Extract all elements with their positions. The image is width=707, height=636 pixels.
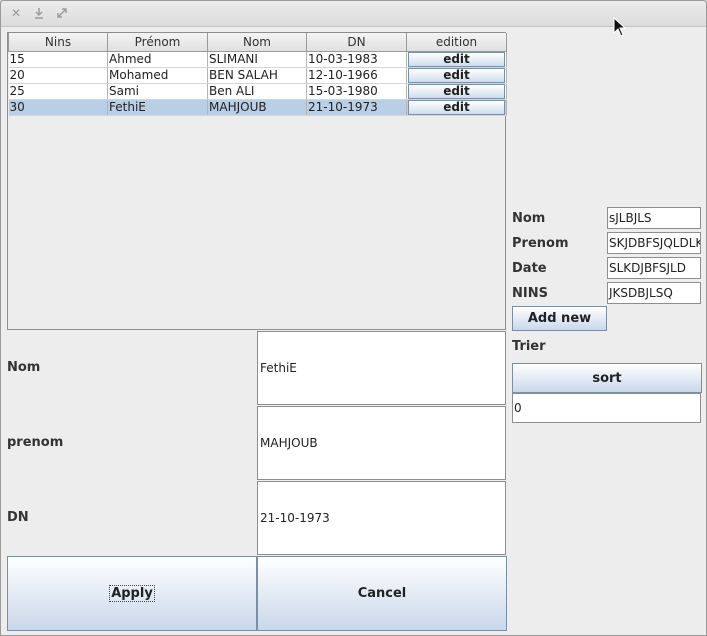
column-header-prenom[interactable]: Prénom [107,33,208,52]
sort-result-field[interactable]: 0 [512,393,701,423]
cancel-button[interactable]: Cancel [257,556,507,631]
cell-prenom[interactable]: FethiE [107,99,208,116]
maximize-icon[interactable] [55,6,69,20]
edit-button[interactable]: edit [408,99,505,114]
cell-nins[interactable]: 30 [8,99,108,116]
table-row[interactable]: 20 Mohamed BEN SALAH 12-10-1966 edit [8,67,507,84]
title-bar: ✕ [1,1,706,27]
prenom-field[interactable]: MAHJOUB [257,406,506,480]
side-date-label: Date [512,261,547,276]
side-nins-label: NINS [512,286,548,301]
cell-dn[interactable]: 12-10-1966 [306,67,407,84]
cell-nins[interactable]: 20 [8,67,108,84]
column-header-nom[interactable]: Nom [207,33,307,52]
cell-edition: edit [406,99,507,116]
table-row[interactable]: 15 Ahmed SLIMANI 10-03-1983 edit [8,51,507,68]
app-window: ✕ Nins Prénom Nom DN edition 15 Ahmed SL… [0,0,707,636]
mouse-pointer-icon [613,17,627,37]
cell-edition: edit [406,83,507,100]
column-header-dn[interactable]: DN [306,33,407,52]
people-table[interactable]: Nins Prénom Nom DN edition 15 Ahmed SLIM… [7,32,507,330]
table-row-selected[interactable]: 30 FethiE MAHJOUB 21-10-1973 edit [8,99,507,116]
add-new-button[interactable]: Add new [512,306,607,331]
side-nins-field[interactable]: JKSDBJLSQ [607,282,701,304]
cell-dn[interactable]: 21-10-1973 [306,99,407,116]
table-header: Nins Prénom Nom DN edition [8,33,507,52]
nom-field[interactable]: FethiE [257,331,506,405]
cell-edition: edit [406,67,507,84]
cell-nom[interactable]: MAHJOUB [207,99,307,116]
column-header-nins[interactable]: Nins [8,33,108,52]
side-date-field[interactable]: SLKDJBFSJLD [607,257,701,279]
cell-prenom[interactable]: Mohamed [107,67,208,84]
cell-prenom[interactable]: Sami [107,83,208,100]
cell-edition: edit [406,51,507,68]
cell-nom[interactable]: SLIMANI [207,51,307,68]
dn-label: DN [7,510,29,525]
side-prenom-field[interactable]: SKJDBFSJQLDLKJ [607,232,701,254]
edit-button[interactable]: edit [408,67,505,82]
dn-field[interactable]: 21-10-1973 [257,481,506,555]
cell-nom[interactable]: Ben ALI [207,83,307,100]
nom-label: Nom [7,360,41,375]
cell-prenom[interactable]: Ahmed [107,51,208,68]
edit-button[interactable]: edit [408,51,505,66]
apply-button-label: Apply [109,585,155,602]
minimize-icon[interactable] [32,6,46,20]
side-nom-label: Nom [512,211,546,226]
close-icon[interactable]: ✕ [9,6,23,20]
sort-button[interactable]: sort [512,363,702,393]
side-nom-field[interactable]: sJLBJLS [607,207,701,229]
cell-nom[interactable]: BEN SALAH [207,67,307,84]
apply-button[interactable]: Apply [7,556,257,631]
cell-dn[interactable]: 15-03-1980 [306,83,407,100]
table-row[interactable]: 25 Sami Ben ALI 15-03-1980 edit [8,83,507,100]
cell-dn[interactable]: 10-03-1983 [306,51,407,68]
edit-button[interactable]: edit [408,83,505,98]
prenom-label: prenom [7,435,64,450]
trier-label: Trier [512,339,546,354]
column-header-edition[interactable]: edition [406,33,507,52]
cell-nins[interactable]: 15 [8,51,108,68]
cell-nins[interactable]: 25 [8,83,108,100]
side-prenom-label: Prenom [512,236,569,251]
